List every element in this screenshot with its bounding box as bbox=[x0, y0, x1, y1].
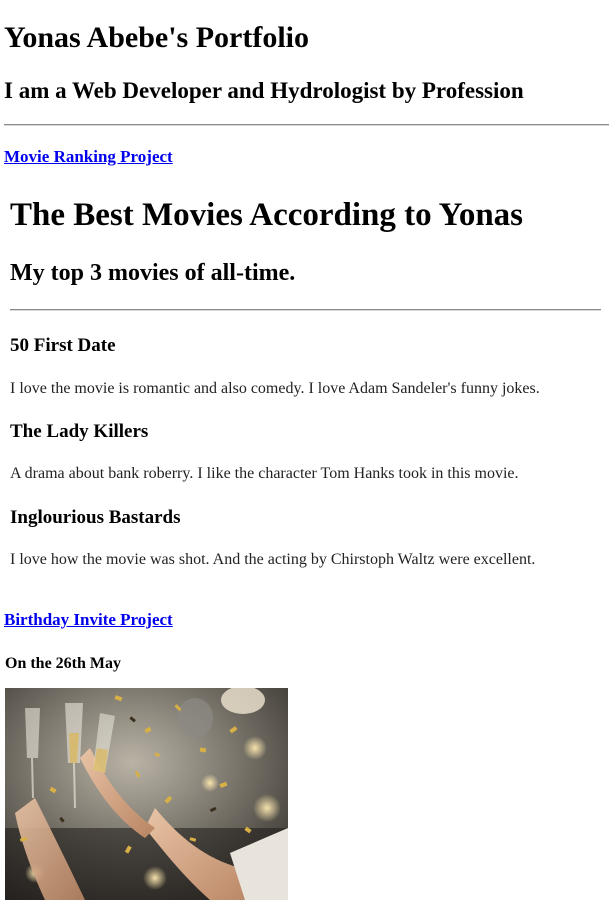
horizontal-divider bbox=[4, 124, 609, 126]
movie-title-1: 50 First Date bbox=[10, 335, 116, 356]
page-subtitle: I am a Web Developer and Hydrologist by … bbox=[4, 78, 524, 103]
movie-description-3: I love how the movie was shot. And the a… bbox=[10, 551, 536, 568]
movie-title-2: The Lady Killers bbox=[10, 421, 149, 442]
movie-page-subtitle: My top 3 movies of all-time. bbox=[10, 260, 296, 286]
movie-divider bbox=[10, 309, 601, 311]
movie-ranking-project-link[interactable]: Movie Ranking Project bbox=[4, 146, 173, 168]
page-title: Yonas Abebe's Portfolio bbox=[4, 21, 310, 54]
party-celebration-image bbox=[5, 688, 288, 900]
invite-date: On the 26th May bbox=[5, 655, 121, 672]
birthday-invite-project-link[interactable]: Birthday Invite Project bbox=[4, 609, 173, 631]
movie-description-1: I love the movie is romantic and also co… bbox=[10, 380, 540, 397]
movie-title-3: Inglourious Bastards bbox=[10, 507, 181, 528]
movie-ranking-embed: The Best Movies According to Yonas My to… bbox=[5, 177, 607, 590]
movie-page-title: The Best Movies According to Yonas bbox=[10, 197, 524, 233]
movie-description-2: A drama about bank roberry. I like the c… bbox=[10, 465, 519, 482]
